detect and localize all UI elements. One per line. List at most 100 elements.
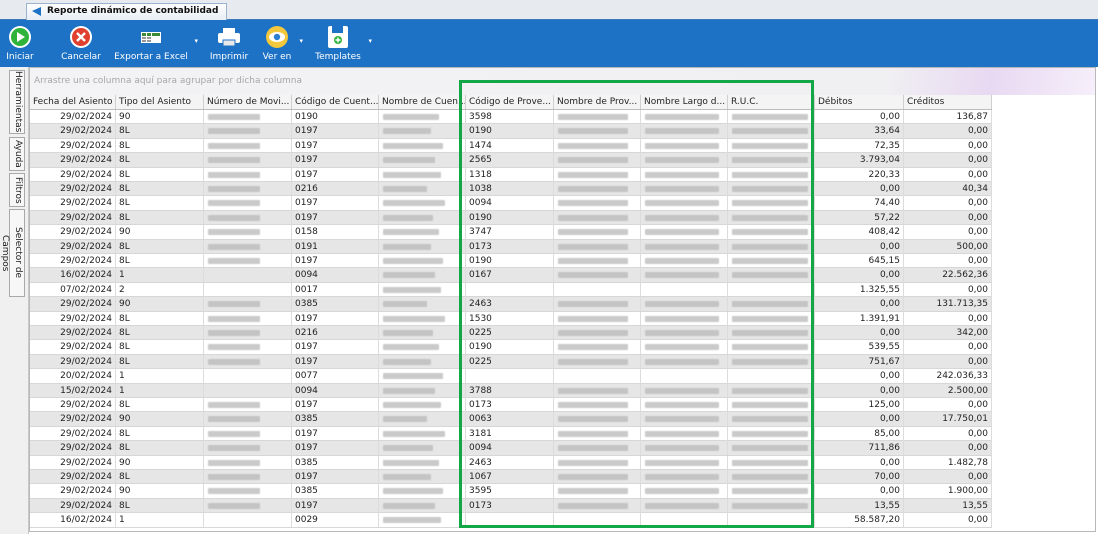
column-header[interactable]: Código de Prove... [466,95,554,109]
table-row[interactable]: 29/02/2024 90 0385 2463 0,00 131.713,35 [30,297,992,312]
fecha-cell: 15/02/2024 [30,383,116,398]
redacted-text [383,301,427,308]
codigo-cuenta-cell: 0077 [292,369,379,384]
table-row[interactable]: 29/02/2024 90 0385 2463 0,00 1.482,78 [30,455,992,470]
nombre-cuenta-cell [379,282,466,297]
table-row[interactable]: 29/02/2024 8L 0197 0173 13,55 13,55 [30,498,992,514]
table-row[interactable]: 29/02/2024 8L 0191 0173 0,00 500,00 [30,239,992,254]
ver-en-dropdown-icon[interactable]: ▾ [299,37,303,45]
table-row[interactable]: 07/02/2024 2 0017 1.325,55 0,00 [30,282,992,298]
nombre-largo-cell [641,268,728,283]
table-row[interactable]: 29/02/2024 8L 0197 0190 57,22 0,00 [30,210,992,226]
side-tab-herramientas[interactable]: Herramientas [9,70,25,134]
column-header[interactable]: Fecha del Asiento [30,95,116,109]
export-excel-button[interactable]: Exportar a Excel ▾ [113,20,198,67]
side-tab-ayuda[interactable]: Ayuda [9,137,25,171]
table-row[interactable]: 29/02/2024 8L 0197 1530 1.391,91 0,00 [30,311,992,326]
templates-dropdown-icon[interactable]: ▾ [368,37,372,45]
column-header[interactable]: Créditos [904,95,992,109]
tipo-cell: 90 [116,455,204,470]
report-tab[interactable]: Reporte dinámico de contabilidad [26,3,228,20]
redacted-text [645,214,719,221]
tipo-cell: 8L [116,498,204,513]
export-dropdown-icon[interactable]: ▾ [194,37,198,45]
column-header[interactable]: Nombre de Cuen... [379,95,466,109]
codigo-proveedor-cell: 1067 [466,470,554,484]
redacted-text [383,445,433,452]
debitos-cell: 85,00 [815,426,904,441]
table-row[interactable]: 29/02/2024 8L 0197 2565 3.793,04 0,00 [30,153,992,168]
redacted-text [383,142,443,149]
group-by-panel[interactable]: Arrastre una columna aquí para agrupar p… [30,68,1095,95]
codigo-cuenta-cell: 0197 [292,498,379,513]
table-row[interactable]: 29/02/2024 8L 0197 0225 751,67 0,00 [30,354,992,370]
nombre-proveedor-cell [554,455,641,470]
table-row[interactable]: 15/02/2024 1 0094 3788 0,00 2.500,00 [30,383,992,398]
side-tab-filtros[interactable]: Filtros [9,173,25,207]
table-row[interactable]: 29/02/2024 8L 0197 0173 125,00 0,00 [30,398,992,413]
table-row[interactable]: 29/02/2024 90 0385 3595 0,00 1.900,00 [30,484,992,499]
table-row[interactable]: 20/02/2024 1 0077 0,00 242.036,33 [30,369,992,384]
fecha-cell: 29/02/2024 [30,210,116,225]
codigo-cuenta-cell: 0197 [292,441,379,456]
codigo-cuenta-cell: 0385 [292,412,379,427]
table-row[interactable]: 29/02/2024 8L 0197 0190 539,55 0,00 [30,340,992,355]
column-header[interactable]: R.U.C. [728,95,815,109]
nombre-largo-cell [641,484,728,499]
table-row[interactable]: 29/02/2024 90 0158 3747 408,42 0,00 [30,225,992,240]
table-row[interactable]: 29/02/2024 8L 0216 1038 0,00 40,34 [30,182,992,197]
codigo-proveedor-cell: 0094 [466,196,554,211]
templates-button[interactable]: Templates ▾ [313,20,372,67]
table-row[interactable]: 29/02/2024 8L 0216 0225 0,00 342,00 [30,326,992,341]
column-header[interactable]: Débitos [815,95,904,109]
tipo-cell: 8L [116,340,204,355]
redacted-text [383,200,445,207]
column-header[interactable]: Tipo del Asiento [116,95,204,109]
tipo-cell: 8L [116,124,204,139]
tipo-cell: 8L [116,182,204,196]
side-tab-selector-campos[interactable]: Selector de Campos [0,209,25,297]
fecha-cell: 29/02/2024 [30,254,116,268]
column-header[interactable]: Código de Cuent... [292,95,379,109]
nombre-cuenta-cell [379,441,466,456]
nombre-cuenta-cell [379,124,466,139]
iniciar-button[interactable]: Iniciar [2,20,38,67]
redacted-text [558,330,628,336]
nombre-proveedor-cell [554,498,641,513]
table-row[interactable]: 29/02/2024 8L 0197 0094 711,86 0,00 [30,441,992,456]
redacted-text [558,474,628,480]
table-row[interactable]: 29/02/2024 90 0190 3598 0,00 136,87 [30,110,992,125]
table-row[interactable]: 29/02/2024 8L 0197 1067 70,00 0,00 [30,470,992,485]
redacted-text [558,387,628,394]
table-row[interactable]: 29/02/2024 8L 0197 0094 74,40 0,00 [30,196,992,211]
cancelar-button[interactable]: Cancelar [58,20,104,67]
nombre-proveedor-cell [554,426,641,441]
ruc-cell [728,484,815,499]
codigo-proveedor-cell: 0190 [466,124,554,139]
redacted-text [732,128,808,135]
table-row[interactable]: 16/02/2024 1 0094 0167 0,00 22.562,36 [30,268,992,283]
debitos-cell: 539,55 [815,340,904,355]
redacted-text [558,416,628,423]
table-row[interactable]: 29/02/2024 8L 0197 1474 72,35 0,00 [30,138,992,154]
ver-en-button[interactable]: Ver en ▾ [260,20,303,67]
table-row[interactable]: 16/02/2024 1 0029 58.587,20 0,00 [30,513,992,528]
table-row[interactable]: 29/02/2024 8L 0197 1318 220,33 0,00 [30,167,992,182]
imprimir-button[interactable]: Imprimir [206,20,252,67]
table-row[interactable]: 29/02/2024 8L 0197 3181 85,00 0,00 [30,426,992,442]
table-row[interactable]: 29/02/2024 90 0385 0063 0,00 17.750,01 [30,412,992,427]
numero-movimiento-cell [204,354,292,369]
column-header[interactable]: Nombre de Prov... [554,95,641,109]
column-header[interactable]: Número de Movi... [204,95,292,109]
table-row[interactable]: 29/02/2024 8L 0197 0190 33,64 0,00 [30,124,992,139]
excel-icon [141,32,161,43]
debitos-cell: 3.793,04 [815,153,904,168]
creditos-cell: 13,55 [904,498,992,513]
codigo-proveedor-cell: 3595 [466,484,554,499]
nombre-proveedor-cell [554,311,641,326]
nombre-cuenta-cell [379,239,466,254]
column-header[interactable]: Nombre Largo d... [641,95,728,109]
imprimir-label: Imprimir [209,52,249,62]
table-row[interactable]: 29/02/2024 8L 0197 0190 645,15 0,00 [30,254,992,269]
ruc-cell [728,513,815,528]
